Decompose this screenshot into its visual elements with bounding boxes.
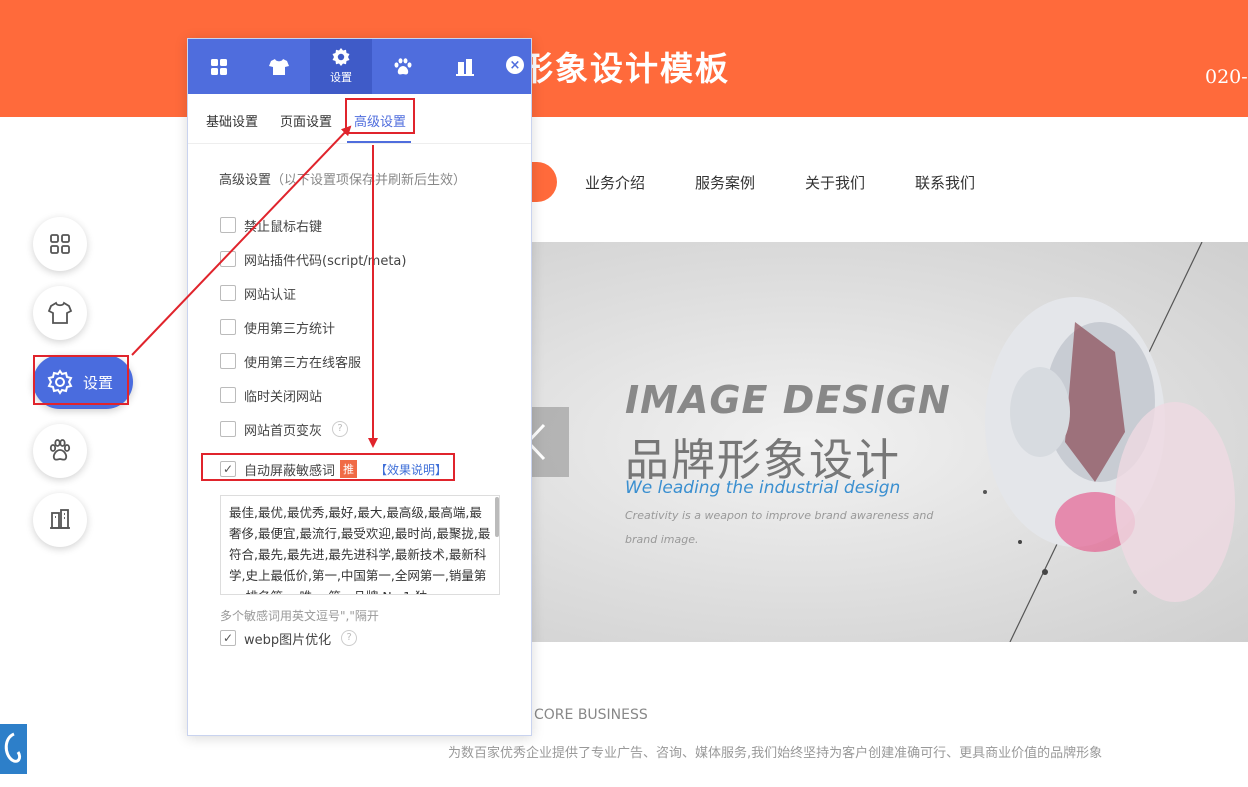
textarea-scrollbar[interactable] bbox=[495, 497, 499, 537]
shirt-icon bbox=[269, 58, 289, 75]
option-label: 临时关闭网站 bbox=[244, 389, 323, 405]
panel-tab-modules[interactable] bbox=[188, 39, 250, 94]
core-business-desc: 为数百家优秀企业提供了专业广告、咨询、媒体服务,我们始终坚持为客户创建准确可行、… bbox=[448, 746, 1103, 761]
annotation-box-settings bbox=[33, 355, 129, 405]
option-label: 网站首页变灰 bbox=[244, 423, 323, 439]
corner-logo-icon[interactable] bbox=[0, 724, 27, 774]
paw-icon bbox=[394, 57, 412, 74]
panel-tab-settings-label: 设置 bbox=[330, 71, 352, 84]
nav-item-cases[interactable]: 服务案例 bbox=[695, 172, 755, 193]
grid-icon bbox=[50, 234, 70, 254]
sensitive-words-textarea[interactable]: 最佳,最优,最优秀,最好,最大,最高级,最高端,最奢侈,最便宜,最流行,最受欢迎… bbox=[220, 495, 500, 595]
annotation-box-advanced-tab bbox=[345, 98, 415, 134]
banner-desc: Creativity is a weapon to improve brand … bbox=[625, 509, 934, 546]
panel-tab-settings[interactable]: 设置 bbox=[310, 39, 372, 94]
panel-tab-theme[interactable] bbox=[248, 39, 310, 94]
advanced-title-text: 高级设置 bbox=[219, 173, 272, 188]
option-close-site[interactable]: 临时关闭网站 bbox=[220, 386, 323, 405]
option-label: 使用第三方统计 bbox=[244, 321, 336, 337]
subtab-active-underline bbox=[347, 141, 411, 143]
help-icon[interactable]: ? bbox=[332, 421, 349, 437]
option-third-party-stats[interactable]: 使用第三方统计 bbox=[220, 318, 336, 337]
checkbox[interactable] bbox=[220, 387, 236, 403]
hero-banner: IMAGE DESIGN 品牌形象设计 We leading the indus… bbox=[505, 242, 1248, 642]
option-label: 网站插件代码(script/meta) bbox=[244, 253, 407, 269]
nav-item-about[interactable]: 关于我们 bbox=[805, 172, 865, 193]
option-site-verification[interactable]: 网站认证 bbox=[220, 284, 297, 303]
banner-lead: We leading the industrial design bbox=[625, 478, 901, 498]
checkbox[interactable] bbox=[220, 421, 236, 437]
help-icon[interactable]: ? bbox=[341, 630, 358, 646]
site-title: 形象设计模板 bbox=[520, 49, 730, 88]
checkbox[interactable] bbox=[220, 251, 236, 267]
settings-panel: 设置 × 基础设置 页面设置 高级设置 高级设置（以下设置项保存并刷新后生效） … bbox=[187, 38, 532, 736]
checkbox-checked[interactable]: ✓ bbox=[220, 630, 236, 646]
checkbox[interactable] bbox=[220, 285, 236, 301]
option-webp-optimize[interactable]: ✓ webp图片优化 ? bbox=[220, 629, 358, 648]
option-disable-right-click[interactable]: 禁止鼠标右键 bbox=[220, 216, 323, 235]
panel-tab-building[interactable] bbox=[434, 39, 496, 94]
option-plugin-code[interactable]: 网站插件代码(script/meta) bbox=[220, 250, 407, 269]
subtab-page[interactable]: 页面设置 bbox=[280, 111, 332, 130]
panel-tab-bar: 设置 × bbox=[188, 39, 531, 94]
dock-grid-button[interactable] bbox=[33, 217, 87, 271]
building-icon bbox=[456, 58, 474, 76]
checkbox[interactable] bbox=[220, 353, 236, 369]
nav-item-business[interactable]: 业务介绍 bbox=[585, 172, 645, 193]
annotation-box-sensitive-option bbox=[201, 453, 455, 481]
option-label: 禁止鼠标右键 bbox=[244, 219, 323, 235]
option-homepage-gray[interactable]: 网站首页变灰 ? bbox=[220, 420, 349, 439]
grid-icon bbox=[211, 58, 227, 75]
site-phone: 020-0 bbox=[1205, 66, 1248, 88]
paw-icon bbox=[49, 439, 71, 461]
banner-headline-en: IMAGE DESIGN bbox=[625, 378, 951, 422]
robot-face-illustration bbox=[983, 242, 1235, 642]
building-icon bbox=[50, 509, 70, 529]
dock-theme-button[interactable] bbox=[33, 286, 87, 340]
panel-tab-paw[interactable] bbox=[372, 39, 434, 94]
shirt-icon bbox=[47, 301, 73, 324]
checkbox[interactable] bbox=[220, 319, 236, 335]
checkbox[interactable] bbox=[220, 217, 236, 233]
sensitive-words-hint: 多个敏感词用英文逗号","隔开 bbox=[220, 609, 379, 623]
dock-paw-button[interactable] bbox=[33, 424, 87, 478]
advanced-section-title: 高级设置（以下设置项保存并刷新后生效） bbox=[219, 169, 466, 188]
option-label: webp图片优化 bbox=[244, 632, 332, 648]
option-label: 使用第三方在线客服 bbox=[244, 355, 362, 371]
option-third-party-chat[interactable]: 使用第三方在线客服 bbox=[220, 352, 362, 371]
panel-close-button[interactable]: × bbox=[506, 56, 524, 74]
subtab-basic[interactable]: 基础设置 bbox=[206, 111, 258, 130]
gear-icon bbox=[332, 48, 350, 66]
option-label: 网站认证 bbox=[244, 287, 297, 303]
advanced-title-note: （以下设置项保存并刷新后生效） bbox=[271, 173, 467, 188]
core-business-title: CORE BUSINESS bbox=[534, 707, 648, 723]
nav-item-contact[interactable]: 联系我们 bbox=[915, 172, 975, 193]
dock-building-button[interactable] bbox=[33, 493, 87, 547]
